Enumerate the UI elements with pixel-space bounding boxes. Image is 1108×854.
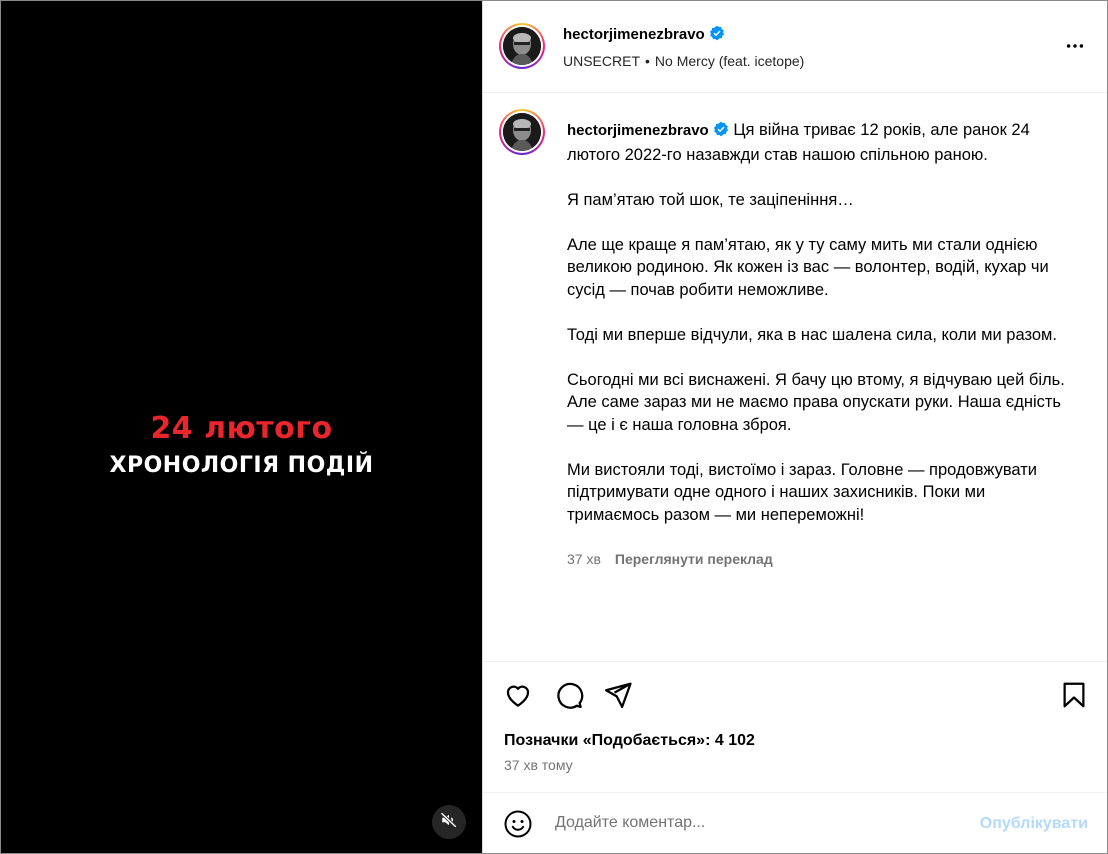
avatar[interactable] [499,23,545,69]
audio-track: No Mercy (feat. icetope) [654,53,805,69]
heart-icon[interactable] [503,680,533,715]
bookmark-icon[interactable] [1059,680,1089,715]
audio-artist: UNSECRET [563,53,641,69]
caption-paragraph: Але ще краще я пам’ятаю, як у ту саму ми… [567,235,1049,299]
caption-time: 37 хв [567,551,601,567]
caption-username[interactable]: hectorjimenezbravo [567,122,709,139]
verified-icon [713,121,729,144]
avatar-image [503,27,541,65]
verified-icon [709,25,725,46]
share-icon[interactable] [603,680,633,715]
mute-button[interactable] [432,805,466,839]
caption-paragraph: Ми вистояли тоді, вистоїмо і зараз. Голо… [567,460,1038,524]
publish-button[interactable]: Опублікувати [980,815,1088,833]
emoji-icon[interactable] [503,809,533,844]
caption-text: hectorjimenezbravo Ця війна триває 12 ро… [567,119,1077,549]
caption-paragraph: Сьогодні ми всі виснажені. Я бачу цю вто… [567,370,1065,434]
caption-avatar[interactable] [499,109,545,155]
caption-avatar-image [503,113,541,151]
header-username[interactable]: hectorjimenezbravo [563,26,705,43]
comment-icon[interactable] [554,680,584,715]
comment-input[interactable] [553,813,957,833]
mute-icon [440,811,458,834]
caption-paragraph: Я пам’ятаю той шок, те заціпеніння… [567,190,854,209]
video-title-subtitle: ХРОНОЛОГІЯ ПОДІЙ [109,453,374,478]
post-dialog: 24 лютого ХРОНОЛОГІЯ ПОДІЙ hectorjimenez… [0,0,1108,854]
comment-bar: Опублікувати [483,792,1107,853]
likes-count[interactable]: Позначки «Подобається»: 4 102 [504,732,755,750]
more-icon [1064,44,1086,61]
post-header: hectorjimenezbravo UNSECRET • No Mercy (fe… [483,1,1107,93]
video-title-date: 24 лютого [150,411,333,446]
action-bar: Позначки «Подобається»: 4 102 37 хв тому [483,661,1107,792]
see-translation-button[interactable]: Переглянути переклад [615,551,773,567]
audio-attribution[interactable]: UNSECRET • No Mercy (feat. icetope) [563,53,804,69]
audio-separator: • [645,53,650,69]
video-player[interactable]: 24 лютого ХРОНОЛОГІЯ ПОДІЙ [1,1,482,853]
caption-meta: 37 хв Переглянути переклад [567,551,773,567]
more-options-button[interactable] [1064,35,1086,62]
post-time: 37 хв тому [504,757,573,773]
caption-paragraph: Тоді ми вперше відчули, яка в нас шалена… [567,325,1057,344]
caption-paragraph: hectorjimenezbravo Ця війна триває 12 ро… [567,121,1030,164]
post-panel: hectorjimenezbravo UNSECRET • No Mercy (fe… [482,1,1107,853]
